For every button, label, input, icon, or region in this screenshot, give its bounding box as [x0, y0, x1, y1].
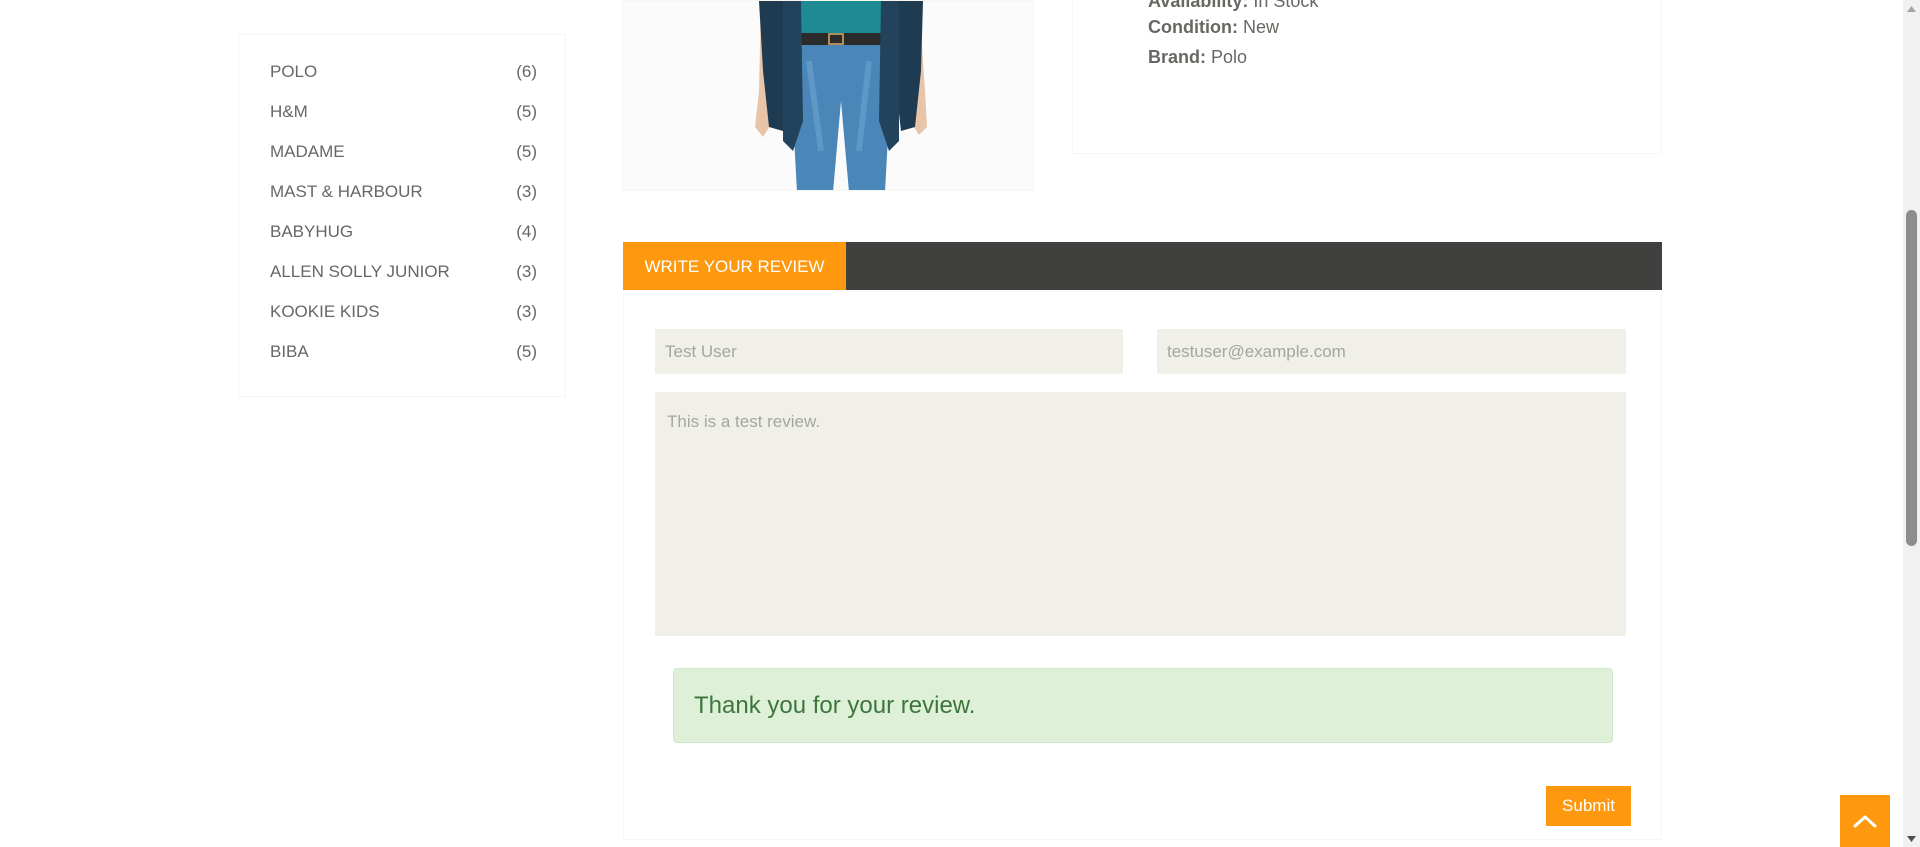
- review-tab-bar: WRITE YOUR REVIEW: [623, 242, 1662, 291]
- email-input[interactable]: [1157, 329, 1626, 374]
- brand-count: (3): [516, 182, 537, 201]
- brand-name: MAST & HARBOUR: [270, 182, 423, 201]
- brand-name: H&M: [270, 102, 308, 121]
- condition-label: Condition:: [1148, 17, 1238, 37]
- scrollbar-thumb[interactable]: [1906, 210, 1917, 546]
- brand-item-allen-solly-junior[interactable]: ALLEN SOLLY JUNIOR (3): [270, 260, 537, 284]
- brand-label: Brand:: [1148, 47, 1206, 67]
- brands-panel: POLO (6) H&M (5) MADAME (5) MAST & HARBO…: [238, 34, 566, 397]
- name-input[interactable]: [655, 329, 1123, 374]
- success-message: Thank you for your review.: [694, 691, 976, 719]
- brand-count: (5): [516, 342, 537, 361]
- scroll-arrow-up-icon[interactable]: [1903, 0, 1920, 17]
- brand-item-babyhug[interactable]: BABYHUG (4): [270, 220, 537, 244]
- availability-value: In Stock: [1253, 0, 1319, 11]
- brand-item-mast-harbour[interactable]: MAST & HARBOUR (3): [270, 180, 537, 204]
- scroll-up-button[interactable]: [1840, 795, 1890, 847]
- brand-name: ALLEN SOLLY JUNIOR: [270, 262, 450, 281]
- product-image: [622, 0, 1034, 191]
- chevron-up-icon: [1853, 815, 1877, 828]
- brand-item-hm[interactable]: H&M (5): [270, 100, 537, 124]
- brand-item-madame[interactable]: MADAME (5): [270, 140, 537, 164]
- brand-item-polo[interactable]: POLO (6): [270, 60, 537, 84]
- review-textarea[interactable]: This is a test review.: [655, 392, 1626, 636]
- product-photo: [623, 1, 1033, 190]
- scroll-arrow-down-icon[interactable]: [1903, 830, 1920, 847]
- page-scrollbar[interactable]: [1903, 0, 1920, 847]
- brand-name: KOOKIE KIDS: [270, 302, 380, 321]
- brand-count: (3): [516, 302, 537, 321]
- brand-item-biba[interactable]: BIBA (5): [270, 340, 537, 364]
- tab-write-review[interactable]: WRITE YOUR REVIEW: [623, 242, 846, 291]
- brand-value: Polo: [1211, 47, 1248, 67]
- brand-count: (5): [516, 102, 537, 121]
- brand-name: POLO: [270, 62, 318, 81]
- brand-name: BIBA: [270, 342, 309, 361]
- brand-line: Brand: Polo: [1148, 47, 1247, 68]
- brand-count: (3): [516, 262, 537, 281]
- brand-name: BABYHUG: [270, 222, 354, 241]
- brand-item-kookie-kids[interactable]: KOOKIE KIDS (3): [270, 300, 537, 324]
- brand-count: (4): [516, 222, 537, 241]
- submit-button[interactable]: Submit: [1546, 786, 1631, 826]
- brand-count: (6): [516, 62, 537, 81]
- success-alert: Thank you for your review.: [673, 668, 1613, 743]
- product-info-card: Availability: In Stock Condition: New Br…: [1072, 0, 1662, 154]
- brand-name: MADAME: [270, 142, 345, 161]
- availability-line: Availability: In Stock: [1148, 0, 1318, 12]
- condition-value: New: [1242, 17, 1279, 37]
- brand-count: (5): [516, 142, 537, 161]
- condition-line: Condition: New: [1148, 17, 1279, 38]
- availability-label: Availability:: [1148, 0, 1249, 11]
